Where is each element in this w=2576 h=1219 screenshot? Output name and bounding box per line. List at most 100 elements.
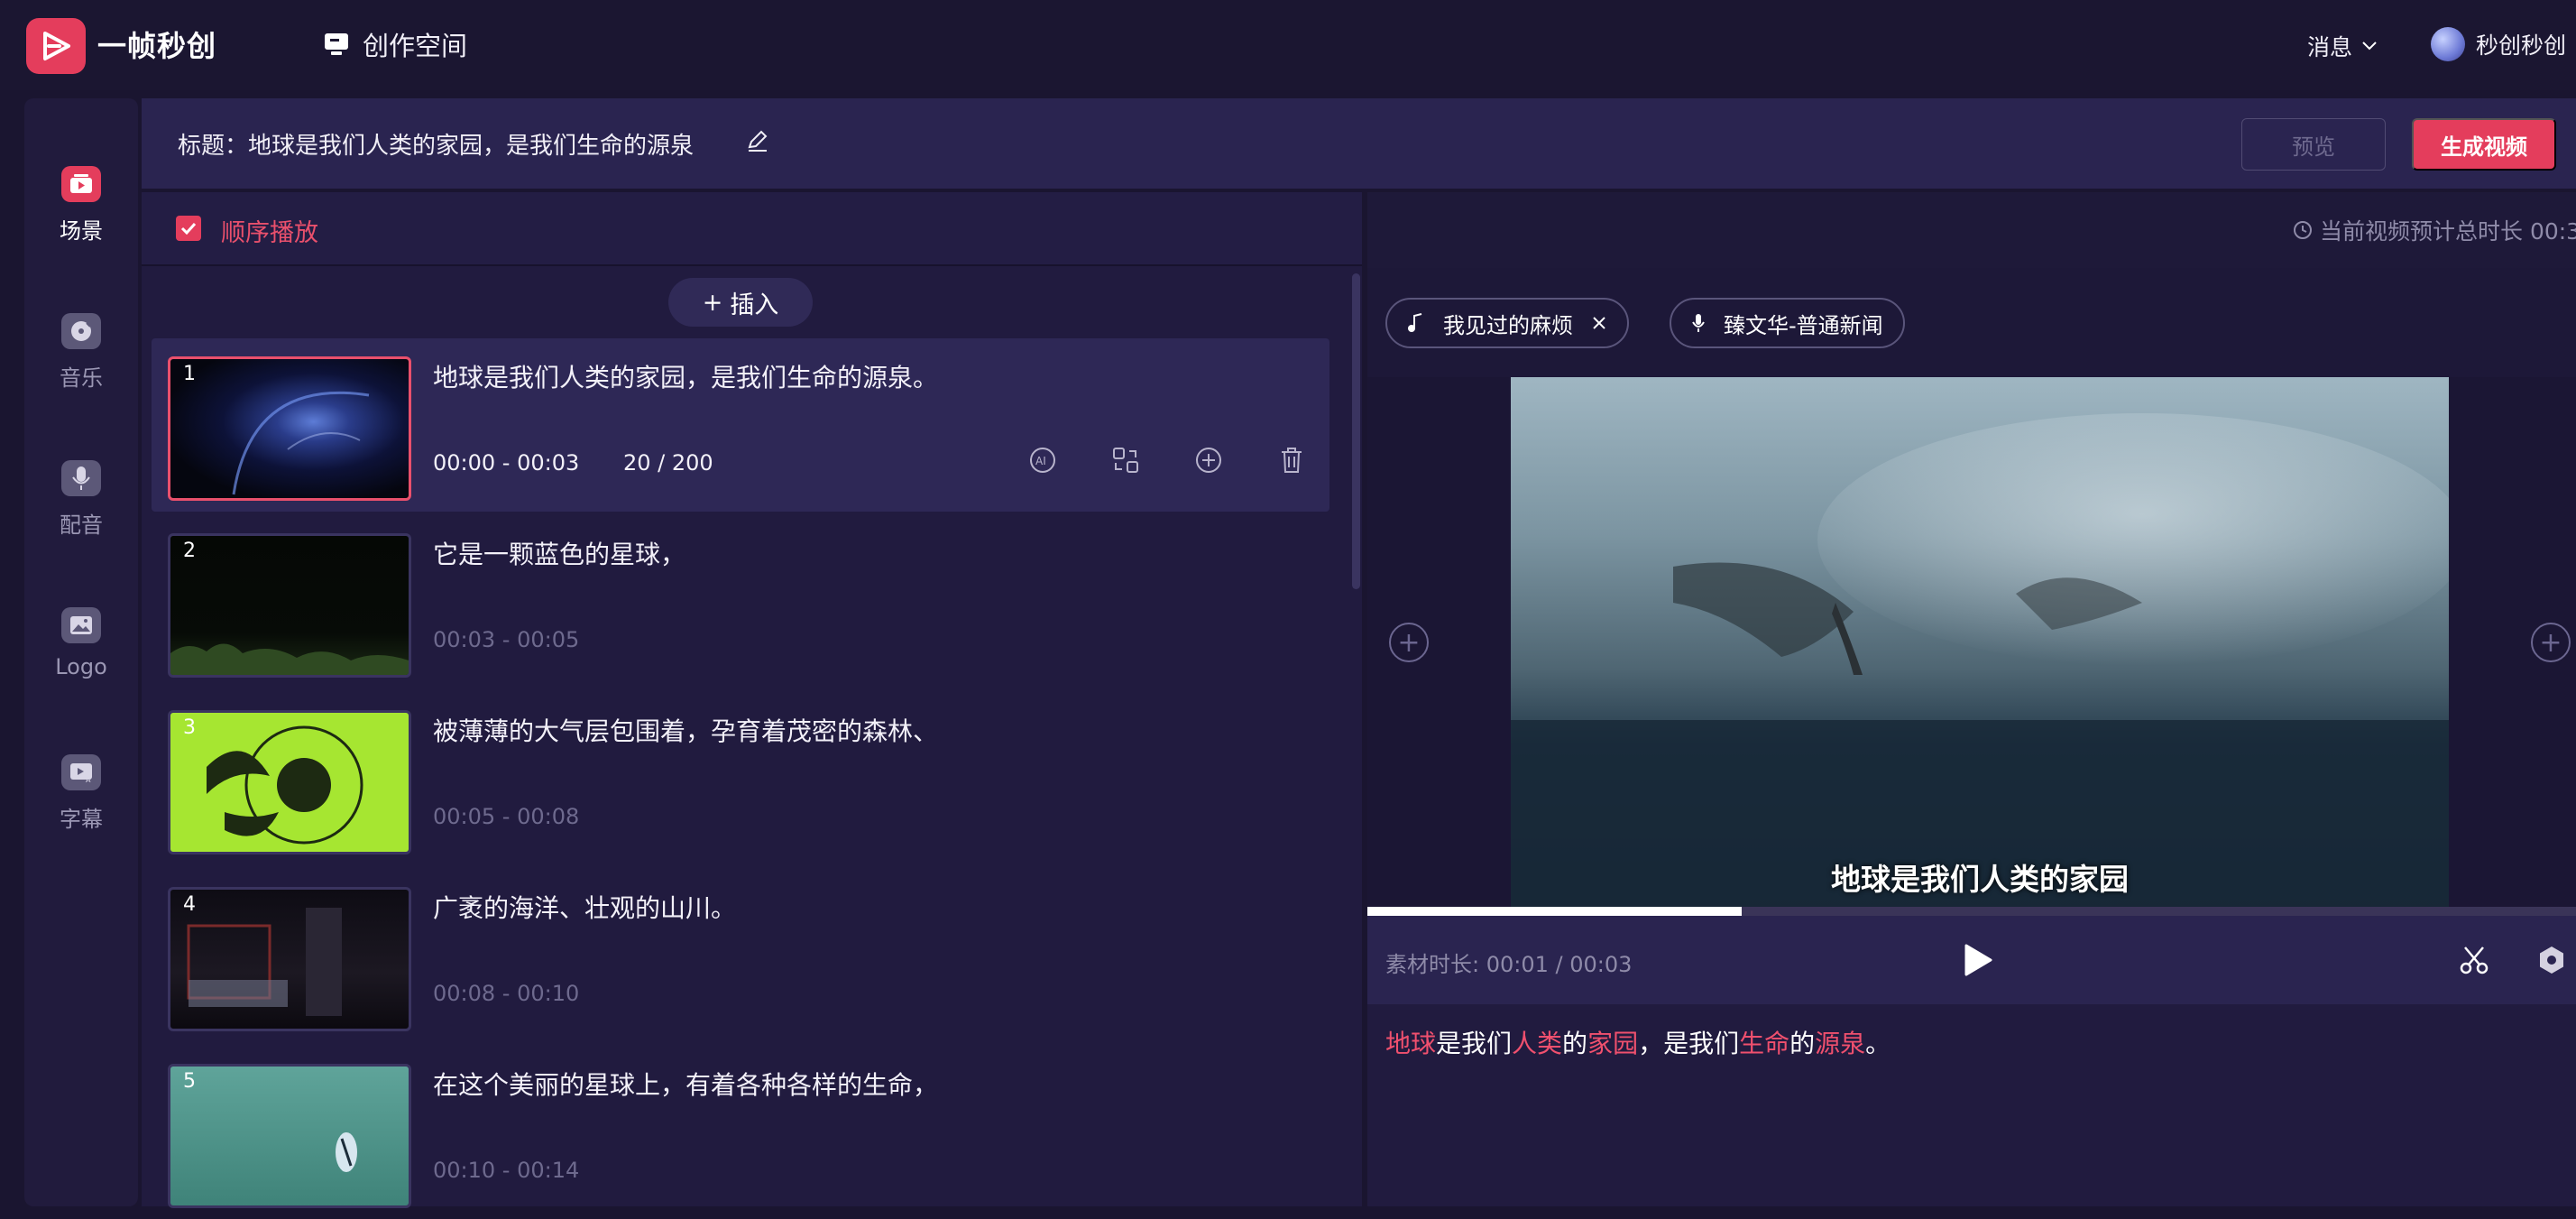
total-duration-text: 当前视频预计总时长 00:33 (2320, 218, 2576, 245)
playback-controls: 素材时长: 00:01 / 00:03 (1367, 916, 2576, 1004)
forest-night-image (170, 643, 409, 675)
script-segment: 。 (1865, 1029, 1891, 1058)
total-duration-bar: 当前视频预计总时长 00:33 (1367, 192, 2576, 268)
scene-thumbnail[interactable]: 2 (168, 533, 411, 678)
add-circle-icon[interactable] (1192, 444, 1225, 476)
scene-thumbnail[interactable]: 5 (168, 1064, 411, 1208)
scene-time: 00:10 - 00:14 (433, 1158, 580, 1183)
app-logo[interactable] (26, 18, 86, 74)
video-progress-bar[interactable] (1367, 907, 2576, 916)
scene-item[interactable]: 3 被薄薄的大气层包围着，孕育着茂密的森林、 00:05 - 00:08 (152, 692, 1329, 865)
microphone-icon (1692, 314, 1705, 332)
script-segment: 的 (1789, 1029, 1816, 1058)
scene-number: 4 (183, 893, 196, 916)
messages-label: 消息 (2307, 34, 2353, 60)
music-chip[interactable]: 我见过的麻烦 (1385, 298, 1629, 348)
add-after-icon[interactable]: + (2531, 623, 2571, 662)
image-icon (61, 607, 101, 643)
scissors-icon[interactable] (2459, 945, 2489, 979)
scene-item[interactable]: 2 它是一颗蓝色的星球， 00:03 - 00:05 (152, 515, 1329, 688)
sidebar-item-music[interactable]: 音乐 (24, 313, 138, 392)
check-icon (180, 222, 197, 235)
sidebar-item-voice[interactable]: 配音 (24, 460, 138, 539)
scene-time: 00:05 - 00:08 (433, 804, 580, 829)
keyword-highlight: 家园 (1587, 1029, 1639, 1058)
script-segment: ，是我们 (1638, 1029, 1740, 1058)
add-before-icon[interactable]: + (1389, 623, 1429, 662)
scene-number: 5 (183, 1070, 196, 1093)
preview-panel: 当前视频预计总时长 00:33 我见过的麻烦 臻文华-普通新闻 + + 地球是我… (1367, 192, 2576, 1206)
scene-number: 1 (183, 363, 196, 385)
music-icon (61, 313, 101, 349)
char-count: 20 / 200 (623, 450, 713, 476)
chevron-down-icon (2362, 42, 2377, 51)
user-menu[interactable]: 秒创秒创 (2431, 27, 2566, 61)
play-logo-icon (43, 32, 70, 60)
insert-label: 插入 (730, 291, 779, 319)
video-title: 标题：地球是我们人类的家园，是我们生命的源泉 (178, 133, 695, 160)
scene-item[interactable]: 4 广袤的海洋、壮观的山川。 00:08 - 00:10 (152, 869, 1329, 1042)
music-name: 我见过的麻烦 (1443, 312, 1573, 338)
scene-time: 00:08 - 00:10 (433, 981, 580, 1006)
avatar (2431, 27, 2465, 61)
sidebar-label: 配音 (60, 513, 103, 538)
sidebar-item-logo[interactable]: Logo (24, 607, 138, 679)
scene-thumbnail[interactable]: 1 (168, 356, 411, 501)
workspace-link[interactable]: 创作空间 (323, 25, 467, 63)
scene-text[interactable]: 在这个美丽的星球上，有着各种各样的生命， (433, 1066, 938, 1102)
voice-name: 臻文华-普通新闻 (1724, 312, 1883, 338)
keyword-highlight: 人类 (1512, 1029, 1563, 1058)
script-segment: 是我们 (1436, 1029, 1513, 1058)
scene-number: 3 (183, 716, 196, 739)
scene-text[interactable]: 广袤的海洋、壮观的山川。 (433, 889, 736, 925)
microphone-icon (61, 460, 101, 496)
scene-icon (61, 166, 101, 202)
clock-icon (2294, 221, 2312, 239)
delete-icon[interactable] (1275, 444, 1308, 476)
keyword-highlight: 生命 (1739, 1029, 1790, 1058)
keyword-highlight: 源泉 (1815, 1029, 1866, 1058)
scene-thumbnail[interactable]: 4 (168, 887, 411, 1031)
messages-menu[interactable]: 消息 (2307, 30, 2378, 62)
scene-text[interactable]: 地球是我们人类的家园，是我们生命的源泉。 (433, 358, 938, 394)
scene-toolbar: AI (1026, 444, 1308, 476)
scene-item[interactable]: 5 在这个美丽的星球上，有着各种各样的生命， 00:10 - 00:14 (152, 1046, 1329, 1219)
scene-text[interactable]: 被薄薄的大气层包围着，孕育着茂密的森林、 (433, 712, 938, 748)
underwater-fish-image (336, 1132, 357, 1172)
left-sidebar: 场景 音乐 配音 Logo A 字幕 (24, 98, 138, 1206)
generate-video-button[interactable]: 生成视频 (2412, 118, 2556, 171)
scene-time: 00:00 - 00:03 (433, 450, 580, 476)
earth-glow-image (232, 391, 370, 495)
video-preview[interactable]: 地球是我们人类的家园 (1511, 377, 2449, 908)
progress-fill (1367, 907, 1743, 916)
edit-icon[interactable] (746, 129, 769, 156)
sidebar-label: Logo (55, 654, 107, 679)
preview-button[interactable]: 预览 (2241, 118, 2386, 171)
close-icon[interactable] (1591, 315, 1607, 331)
voice-chip[interactable]: 臻文华-普通新闻 (1670, 298, 1905, 348)
scene-number: 2 (183, 540, 196, 562)
sequence-label[interactable]: 顺序播放 (221, 213, 318, 248)
ai-rewrite-icon[interactable]: AI (1026, 444, 1059, 476)
script-text[interactable]: 地球是我们人类的家园，是我们生命的源泉。 (1385, 1024, 1891, 1060)
sequence-bar: 顺序播放 (142, 192, 1362, 266)
scene-text[interactable]: 它是一颗蓝色的星球， (433, 535, 685, 571)
sidebar-label: 字幕 (60, 807, 103, 832)
sequence-checkbox[interactable] (176, 216, 201, 241)
scene-item[interactable]: 1 地球是我们人类的家园，是我们生命的源泉。 00:00 - 00:03 20 … (152, 338, 1329, 512)
video-subtitle: 地球是我们人类的家园 (1831, 862, 2129, 897)
scrollbar[interactable] (1352, 273, 1360, 589)
replace-media-icon[interactable] (1109, 444, 1142, 476)
sidebar-item-scene[interactable]: 场景 (24, 166, 138, 245)
insert-scene-button[interactable]: + 插入 (668, 278, 813, 327)
sidebar-item-subtitle[interactable]: A 字幕 (24, 754, 138, 833)
material-duration: 素材时长: 00:01 / 00:03 (1385, 952, 1633, 977)
scene-thumbnail[interactable]: 3 (168, 710, 411, 854)
music-note-icon (1408, 313, 1422, 332)
building-night-image (187, 908, 342, 1016)
scene-time: 00:03 - 00:05 (433, 627, 580, 652)
planet-poster-image (207, 725, 363, 845)
gear-icon[interactable] (2536, 945, 2567, 979)
script-editor[interactable]: 地球是我们人类的家园，是我们生命的源泉。 (1367, 1004, 2576, 1206)
play-icon[interactable] (1963, 943, 1993, 981)
